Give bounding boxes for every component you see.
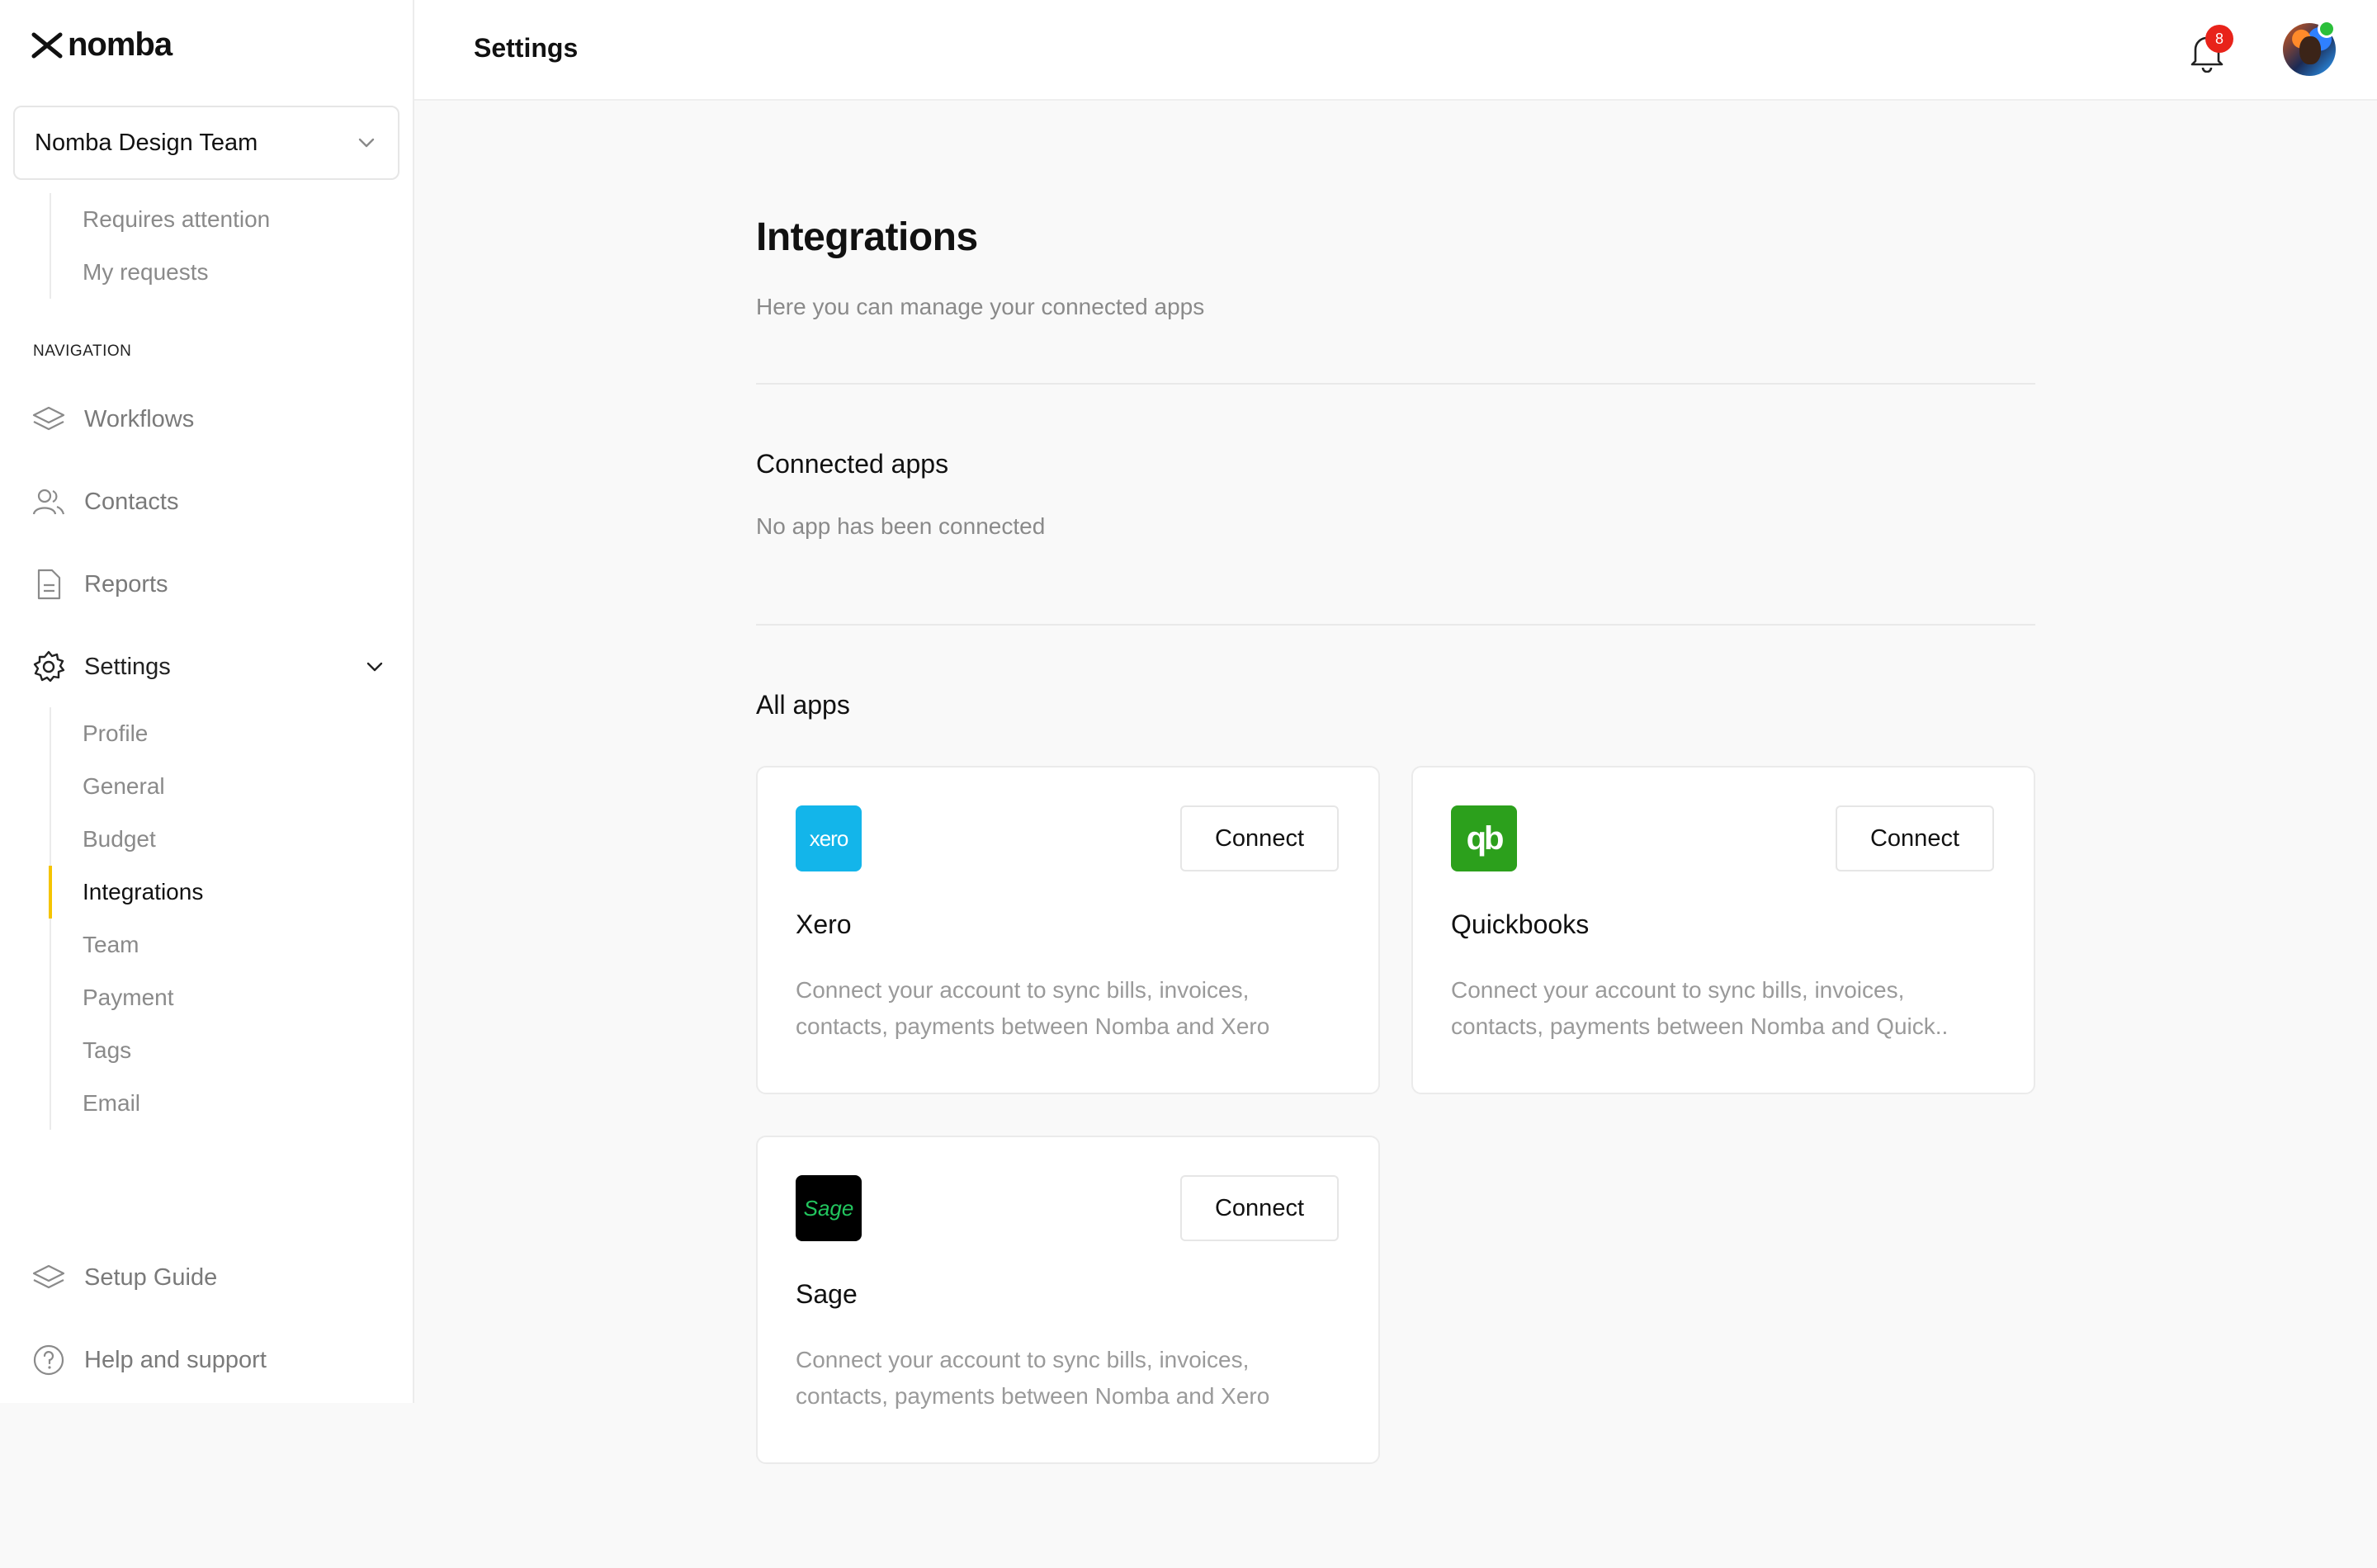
app-description: Connect your account to sync bills, invo… bbox=[796, 977, 1270, 1039]
sage-logo-text: Sage bbox=[803, 1195, 854, 1221]
xero-logo-text: xero bbox=[809, 825, 849, 851]
subnav-item-requires-attention[interactable]: Requires attention bbox=[51, 193, 270, 246]
settings-item-email[interactable]: Email bbox=[51, 1077, 203, 1130]
sidebar-item-workflows[interactable]: Workflows bbox=[31, 394, 386, 444]
quickbooks-logo-text: qb bbox=[1466, 819, 1505, 857]
all-apps-heading: All apps bbox=[756, 690, 850, 720]
chevron-down-icon[interactable] bbox=[363, 655, 386, 678]
settings-item-tags[interactable]: Tags bbox=[51, 1024, 203, 1077]
brand-name: nomba bbox=[68, 26, 172, 63]
integrations-title: Integrations bbox=[756, 215, 978, 259]
nomba-x-icon bbox=[31, 32, 63, 58]
sidebar-item-label: Settings bbox=[84, 653, 171, 680]
sidebar-item-label: Help and support bbox=[84, 1346, 267, 1373]
app-name: Sage bbox=[796, 1279, 858, 1309]
sage-logo: Sage bbox=[796, 1175, 862, 1241]
sidebar-item-label: Contacts bbox=[84, 488, 179, 515]
requests-subnav: Requires attention My requests bbox=[50, 193, 270, 299]
sidebar-item-reports[interactable]: Reports bbox=[31, 560, 386, 609]
connect-quickbooks-button[interactable]: Connect bbox=[1836, 805, 1994, 871]
notification-badge: 8 bbox=[2205, 25, 2233, 53]
quickbooks-logo: qb bbox=[1451, 805, 1517, 871]
team-name: Nomba Design Team bbox=[35, 129, 258, 156]
app-name: Quickbooks bbox=[1451, 909, 1590, 939]
app-card-quickbooks: qb Connect Quickbooks Connect your accou… bbox=[1411, 766, 2035, 1094]
top-bar: Settings 8 bbox=[414, 0, 2377, 101]
sidebar-item-settings[interactable]: Settings bbox=[31, 642, 386, 692]
divider bbox=[756, 383, 2035, 385]
app-description: Connect your account to sync bills, invo… bbox=[796, 1347, 1270, 1409]
app-card-sage: Sage Connect Sage Connect your account t… bbox=[756, 1136, 1380, 1464]
integrations-subtitle: Here you can manage your connected apps bbox=[756, 294, 1205, 319]
team-selector[interactable]: Nomba Design Team bbox=[13, 106, 399, 180]
sidebar-item-help[interactable]: Help and support bbox=[31, 1335, 386, 1385]
layers-icon bbox=[31, 402, 66, 437]
settings-item-integrations[interactable]: Integrations bbox=[48, 866, 203, 919]
divider bbox=[756, 624, 2035, 626]
xero-logo: xero bbox=[796, 805, 862, 871]
sidebar-item-label: Workflows bbox=[84, 405, 195, 432]
layers-icon bbox=[31, 1260, 66, 1295]
settings-item-team[interactable]: Team bbox=[51, 919, 203, 971]
app-description: Connect your account to sync bills, invo… bbox=[1451, 977, 1949, 1039]
integrations-content: Integrations Here you can manage your co… bbox=[756, 215, 2035, 1464]
settings-item-profile[interactable]: Profile bbox=[51, 707, 203, 760]
help-icon bbox=[31, 1343, 66, 1377]
app-name: Xero bbox=[796, 909, 852, 939]
connect-sage-button[interactable]: Connect bbox=[1180, 1175, 1339, 1241]
sidebar: nomba Nomba Design Team Requires attenti… bbox=[0, 0, 414, 1403]
subnav-item-my-requests[interactable]: My requests bbox=[51, 246, 270, 299]
sidebar-item-label: Setup Guide bbox=[84, 1263, 218, 1291]
chevron-down-icon bbox=[358, 138, 375, 148]
sidebar-item-label: Reports bbox=[84, 570, 168, 597]
settings-item-payment[interactable]: Payment bbox=[51, 971, 203, 1024]
online-status-dot bbox=[2318, 20, 2336, 38]
settings-subnav: Profile General Budget Integrations Team… bbox=[48, 707, 203, 1130]
settings-item-general[interactable]: General bbox=[51, 760, 203, 813]
settings-item-budget[interactable]: Budget bbox=[51, 813, 203, 866]
connect-xero-button[interactable]: Connect bbox=[1180, 805, 1339, 871]
navigation-section-label: NAVIGATION bbox=[33, 342, 132, 360]
gear-icon bbox=[31, 649, 66, 684]
users-icon bbox=[31, 484, 66, 519]
sidebar-item-setup-guide[interactable]: Setup Guide bbox=[31, 1253, 386, 1302]
connected-apps-heading: Connected apps bbox=[756, 449, 949, 479]
app-card-xero: xero Connect Xero Connect your account t… bbox=[756, 766, 1380, 1094]
page-title: Settings bbox=[474, 33, 579, 63]
sidebar-item-contacts[interactable]: Contacts bbox=[31, 477, 386, 527]
document-icon bbox=[31, 567, 66, 602]
connected-apps-empty: No app has been connected bbox=[756, 513, 1046, 539]
nomba-logo[interactable]: nomba bbox=[31, 26, 172, 64]
